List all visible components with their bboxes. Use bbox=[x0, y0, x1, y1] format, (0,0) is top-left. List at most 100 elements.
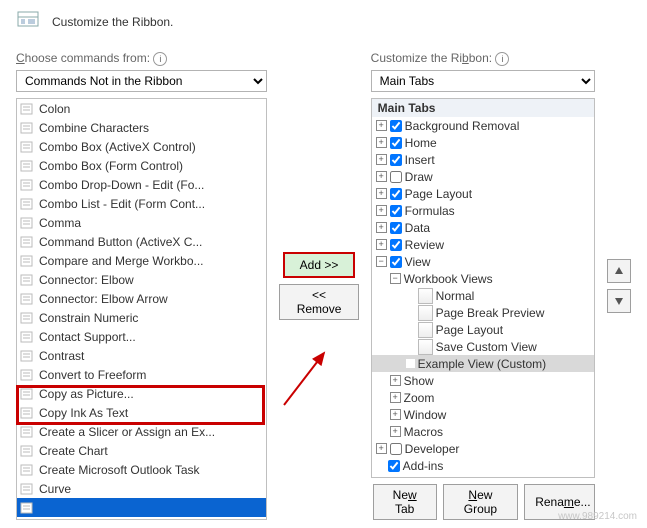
command-item[interactable]: Create Microsoft Outlook Task bbox=[17, 460, 266, 479]
command-icon bbox=[19, 291, 35, 307]
customize-ribbon-dropdown[interactable]: Main Tabs bbox=[371, 70, 595, 92]
command-item[interactable]: Curve bbox=[17, 479, 266, 498]
command-item[interactable]: Convert to Freeform bbox=[17, 365, 266, 384]
command-item[interactable]: Contact Support... bbox=[17, 327, 266, 346]
view-item[interactable]: Normal bbox=[372, 287, 594, 304]
add-button[interactable]: Add >> bbox=[283, 252, 355, 278]
expander-icon[interactable]: + bbox=[376, 205, 387, 216]
command-label: Connector: Elbow Arrow bbox=[39, 292, 168, 306]
command-item[interactable] bbox=[17, 498, 266, 517]
command-item[interactable]: Combo List - Edit (Form Cont... bbox=[17, 194, 266, 213]
expander-icon[interactable]: + bbox=[376, 120, 387, 131]
command-item[interactable]: Create a Slicer or Assign an Ex... bbox=[17, 422, 266, 441]
custom-view-item[interactable]: Example View (Custom) bbox=[372, 355, 594, 372]
expander-icon[interactable]: + bbox=[376, 443, 387, 454]
command-item[interactable]: Combo Box (ActiveX Control) bbox=[17, 137, 266, 156]
command-label: Connector: Elbow bbox=[39, 273, 134, 287]
tab-checkbox[interactable] bbox=[390, 205, 402, 217]
ribbon-icon bbox=[16, 8, 44, 35]
command-item[interactable]: Combine Characters bbox=[17, 118, 266, 137]
command-item[interactable]: Compare and Merge Workbo... bbox=[17, 251, 266, 270]
expander-icon bbox=[406, 359, 415, 368]
tab-checkbox[interactable] bbox=[390, 256, 402, 268]
move-down-button[interactable] bbox=[607, 289, 631, 313]
expander-icon[interactable]: + bbox=[376, 137, 387, 148]
tab-page-layout[interactable]: +Page Layout bbox=[372, 185, 594, 202]
document-icon bbox=[418, 305, 433, 321]
tab-insert[interactable]: +Insert bbox=[372, 151, 594, 168]
group-macros[interactable]: +Macros bbox=[372, 423, 594, 440]
command-label: Create a Slicer or Assign an Ex... bbox=[39, 425, 215, 439]
tab-data[interactable]: +Data bbox=[372, 219, 594, 236]
expander-icon[interactable]: + bbox=[376, 222, 387, 233]
tab-checkbox[interactable] bbox=[390, 443, 402, 455]
command-icon bbox=[19, 177, 35, 193]
tab-view[interactable]: −View bbox=[372, 253, 594, 270]
command-item[interactable]: Connector: Elbow Arrow bbox=[17, 289, 266, 308]
expander-icon[interactable]: − bbox=[390, 273, 401, 284]
expander-icon bbox=[376, 461, 385, 470]
expander-icon[interactable]: + bbox=[390, 392, 401, 403]
command-item[interactable]: Combo Box (Form Control) bbox=[17, 156, 266, 175]
command-item[interactable]: Colon bbox=[17, 99, 266, 118]
command-icon bbox=[19, 196, 35, 212]
view-item[interactable]: Page Break Preview bbox=[372, 304, 594, 321]
command-item[interactable]: Contrast bbox=[17, 346, 266, 365]
expander-icon bbox=[406, 291, 415, 300]
tab-checkbox[interactable] bbox=[390, 222, 402, 234]
new-group-button[interactable]: New Group bbox=[443, 484, 519, 520]
tab-checkbox[interactable] bbox=[390, 154, 402, 166]
tree-label: Review bbox=[405, 238, 444, 252]
tab-home[interactable]: +Home bbox=[372, 134, 594, 151]
expander-icon[interactable]: + bbox=[390, 426, 401, 437]
group-workbook-views[interactable]: −Workbook Views bbox=[372, 270, 594, 287]
tab-formulas[interactable]: +Formulas bbox=[372, 202, 594, 219]
commands-listbox[interactable]: ColonCombine CharactersCombo Box (Active… bbox=[16, 98, 267, 520]
tree-label: Macros bbox=[404, 425, 443, 439]
expander-icon[interactable]: + bbox=[390, 409, 401, 420]
view-item[interactable]: Save Custom View bbox=[372, 338, 594, 355]
tab-add-ins[interactable]: Add-ins bbox=[372, 457, 594, 474]
view-item[interactable]: Page Layout bbox=[372, 321, 594, 338]
command-icon bbox=[19, 139, 35, 155]
expander-icon[interactable]: + bbox=[376, 239, 387, 250]
command-label: Curve bbox=[39, 482, 71, 496]
ribbon-tree[interactable]: Main Tabs+Background Removal+Home+Insert… bbox=[371, 98, 595, 478]
tab-checkbox[interactable] bbox=[390, 188, 402, 200]
tab-review[interactable]: + Review bbox=[372, 236, 594, 253]
tree-label: Normal bbox=[436, 289, 475, 303]
tab-developer[interactable]: +Developer bbox=[372, 440, 594, 457]
tab-checkbox[interactable] bbox=[390, 120, 402, 132]
command-item[interactable]: Copy Ink As Text bbox=[17, 403, 266, 422]
expander-icon[interactable]: + bbox=[390, 375, 401, 386]
group-zoom[interactable]: +Zoom bbox=[372, 389, 594, 406]
info-icon: i bbox=[153, 52, 167, 66]
command-label: Create Microsoft Outlook Task bbox=[39, 463, 200, 477]
command-item[interactable]: Comma bbox=[17, 213, 266, 232]
command-icon bbox=[19, 272, 35, 288]
group-window[interactable]: +Window bbox=[372, 406, 594, 423]
command-item[interactable]: Combo Drop-Down - Edit (Fo... bbox=[17, 175, 266, 194]
move-up-button[interactable] bbox=[607, 259, 631, 283]
expander-icon[interactable]: + bbox=[376, 188, 387, 199]
tab-checkbox[interactable] bbox=[390, 239, 402, 251]
new-tab-button[interactable]: New Tab bbox=[373, 484, 437, 520]
expander-icon[interactable]: + bbox=[376, 154, 387, 165]
group-show[interactable]: +Show bbox=[372, 372, 594, 389]
tab-draw[interactable]: +Draw bbox=[372, 168, 594, 185]
expander-icon[interactable]: − bbox=[376, 256, 387, 267]
tab-checkbox[interactable] bbox=[388, 460, 400, 472]
choose-commands-dropdown[interactable]: Commands Not in the Ribbon bbox=[16, 70, 267, 92]
tab-checkbox[interactable] bbox=[390, 171, 402, 183]
expander-icon[interactable]: + bbox=[376, 171, 387, 182]
command-item[interactable]: Connector: Elbow bbox=[17, 270, 266, 289]
command-icon bbox=[19, 462, 35, 478]
command-item[interactable]: Constrain Numeric bbox=[17, 308, 266, 327]
command-item[interactable]: Create Chart bbox=[17, 441, 266, 460]
tab-checkbox[interactable] bbox=[390, 137, 402, 149]
command-label: Customize Quick Access Tool... bbox=[39, 520, 206, 521]
command-item[interactable]: Copy as Picture... bbox=[17, 384, 266, 403]
command-item[interactable]: Command Button (ActiveX C... bbox=[17, 232, 266, 251]
remove-button[interactable]: << Remove bbox=[279, 284, 358, 320]
tab-background-removal[interactable]: +Background Removal bbox=[372, 117, 594, 134]
